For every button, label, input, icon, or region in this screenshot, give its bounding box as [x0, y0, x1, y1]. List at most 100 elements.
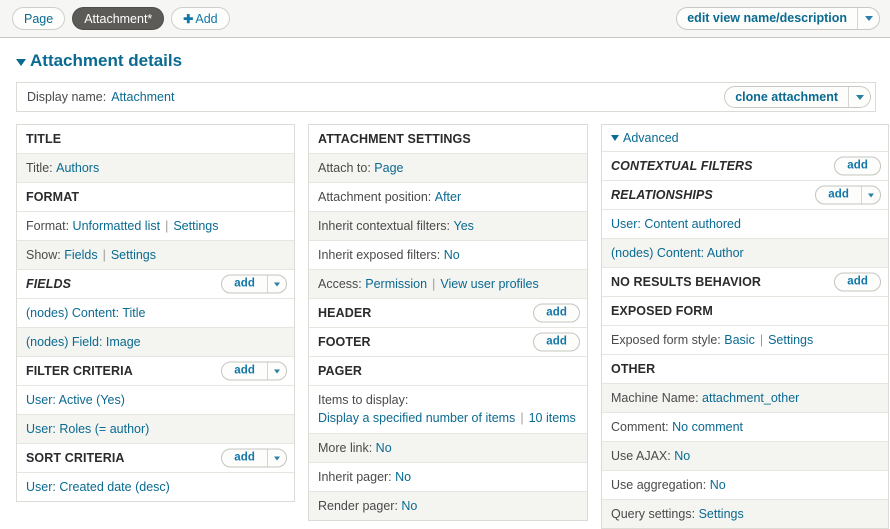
setting-row: Use AJAX: No	[602, 442, 888, 471]
attachment-details-header[interactable]: Attachment details	[0, 38, 890, 71]
add-button-label: add	[847, 275, 868, 288]
add-button[interactable]: add	[221, 448, 287, 468]
tab-attachment[interactable]: Attachment*	[72, 7, 165, 30]
value-separator: |	[102, 248, 106, 262]
setting-label: Use aggregation:	[611, 478, 707, 492]
display-name-value[interactable]: Attachment	[111, 90, 174, 104]
setting-value-link[interactable]: Permission	[365, 276, 427, 292]
add-button-dropdown-toggle[interactable]	[267, 275, 286, 293]
add-button[interactable]: add	[221, 274, 287, 294]
add-button[interactable]: add	[533, 303, 580, 323]
setting-row: Use aggregation: No	[602, 471, 888, 500]
setting-label: More link:	[318, 441, 373, 455]
setting-row: Inherit pager: No	[309, 463, 587, 492]
setting-value-link[interactable]: No	[376, 440, 392, 456]
setting-value-link[interactable]: Basic	[724, 332, 755, 348]
section-header: OTHER	[602, 355, 888, 384]
setting-row: User: Content authored	[602, 210, 888, 239]
setting-value-link[interactable]: After	[435, 189, 461, 205]
add-display-button[interactable]: ✚ Add	[171, 7, 230, 30]
tab-page[interactable]: Page	[12, 7, 66, 30]
chevron-down-icon	[274, 282, 280, 286]
setting-row: Comment: No comment	[602, 413, 888, 442]
section-header-label: HEADER	[318, 306, 372, 320]
add-button-dropdown-toggle[interactable]	[267, 362, 286, 380]
display-name-bar: Display name: Attachment clone attachmen…	[16, 82, 876, 112]
setting-value-link[interactable]: Settings	[173, 218, 218, 234]
setting-value-link[interactable]: User: Roles (= author)	[26, 421, 149, 437]
setting-label: Access:	[318, 277, 362, 291]
setting-value-link[interactable]: No	[674, 448, 690, 464]
display-tabs: Page Attachment* ✚ Add	[12, 7, 230, 30]
setting-value-link[interactable]: Settings	[699, 506, 744, 522]
section-header-label: RELATIONSHIPS	[611, 188, 713, 202]
display-settings-columns: TITLE Title: Authors FORMAT Format: Unforma…	[16, 124, 890, 529]
section-header-label: FORMAT	[26, 190, 80, 204]
setting-row: Format: Unformatted list | Settings	[17, 212, 294, 241]
setting-value-link[interactable]: Authors	[56, 160, 99, 176]
setting-row: Inherit exposed filters: No	[309, 241, 587, 270]
setting-value-link[interactable]: No comment	[672, 419, 743, 435]
setting-value-link[interactable]: Settings	[111, 247, 156, 263]
setting-value-link[interactable]: (nodes) Content: Author	[611, 245, 744, 261]
setting-value-link[interactable]: Fields	[64, 247, 97, 263]
section-header: FORMAT	[17, 183, 294, 212]
chevron-down-icon	[274, 456, 280, 460]
page-title: Attachment details	[30, 51, 183, 70]
edit-view-dropdown-toggle[interactable]	[857, 8, 879, 29]
setting-value-link[interactable]: Yes	[454, 218, 474, 234]
chevron-down-icon	[864, 16, 873, 21]
setting-row: Machine Name: attachment_other	[602, 384, 888, 413]
setting-value-link[interactable]: Page	[374, 160, 403, 176]
add-display-label: Add	[195, 12, 218, 26]
add-button[interactable]: add	[815, 185, 881, 205]
add-button[interactable]: add	[221, 361, 287, 381]
chevron-down-icon	[868, 193, 874, 197]
setting-row: Show: Fields | Settings	[17, 241, 294, 270]
add-button[interactable]: add	[533, 332, 580, 352]
setting-value-link[interactable]: No	[444, 247, 460, 263]
clone-attachment-dropdown-toggle[interactable]	[848, 87, 870, 107]
setting-value-link[interactable]: User: Content authored	[611, 216, 741, 232]
setting-value-link[interactable]: 10 items	[529, 411, 576, 425]
setting-row: Inherit contextual filters: Yes	[309, 212, 587, 241]
add-button-dropdown-toggle[interactable]	[267, 449, 286, 467]
add-button-label: add	[546, 306, 567, 319]
setting-value-link[interactable]: Display a specified number of items	[318, 411, 515, 425]
section-header-label: ATTACHMENT SETTINGS	[318, 132, 471, 146]
setting-label: Comment:	[611, 420, 669, 434]
add-button-label: add	[234, 451, 255, 464]
setting-row: User: Created date (desc)	[17, 473, 294, 501]
add-button-dropdown-toggle[interactable]	[861, 186, 880, 204]
setting-value-link[interactable]: (nodes) Field: Image	[26, 334, 141, 350]
value-separator: |	[432, 277, 436, 291]
setting-value-link[interactable]: No	[401, 498, 417, 514]
clone-attachment-button[interactable]: clone attachment	[724, 86, 871, 108]
setting-value-link[interactable]: View user profiles	[440, 276, 538, 292]
chevron-down-icon	[274, 369, 280, 373]
setting-values: Display a specified number of items | 10 i…	[318, 409, 578, 427]
setting-value-link[interactable]: attachment_other	[702, 390, 799, 406]
setting-value-link[interactable]: (nodes) Content: Title	[26, 305, 146, 321]
setting-value-link[interactable]: Settings	[768, 332, 813, 348]
setting-value-link[interactable]: Unformatted list	[73, 218, 161, 234]
section-header: TITLE	[17, 125, 294, 154]
section-header: EXPOSED FORM	[602, 297, 888, 326]
advanced-toggle[interactable]: Advanced	[602, 125, 888, 152]
edit-view-name-description-button[interactable]: edit view name/description	[676, 7, 880, 30]
setting-value-link[interactable]: User: Created date (desc)	[26, 479, 170, 495]
setting-row: Query settings: Settings	[602, 500, 888, 528]
value-separator: |	[520, 411, 524, 425]
add-button[interactable]: add	[834, 156, 881, 176]
column-middle: ATTACHMENT SETTINGS Attach to: Page Attach…	[308, 124, 588, 521]
setting-value-link[interactable]: No	[710, 477, 726, 493]
value-separator: |	[759, 333, 764, 347]
setting-row: Attach to: Page	[309, 154, 587, 183]
add-button-label: add	[847, 159, 868, 172]
setting-row: Render pager: No	[309, 492, 587, 520]
add-button[interactable]: add	[834, 272, 881, 292]
triangle-down-icon	[611, 135, 619, 141]
section-header-label: EXPOSED FORM	[611, 304, 713, 318]
setting-value-link[interactable]: User: Active (Yes)	[26, 392, 125, 408]
setting-value-link[interactable]: No	[395, 469, 411, 485]
